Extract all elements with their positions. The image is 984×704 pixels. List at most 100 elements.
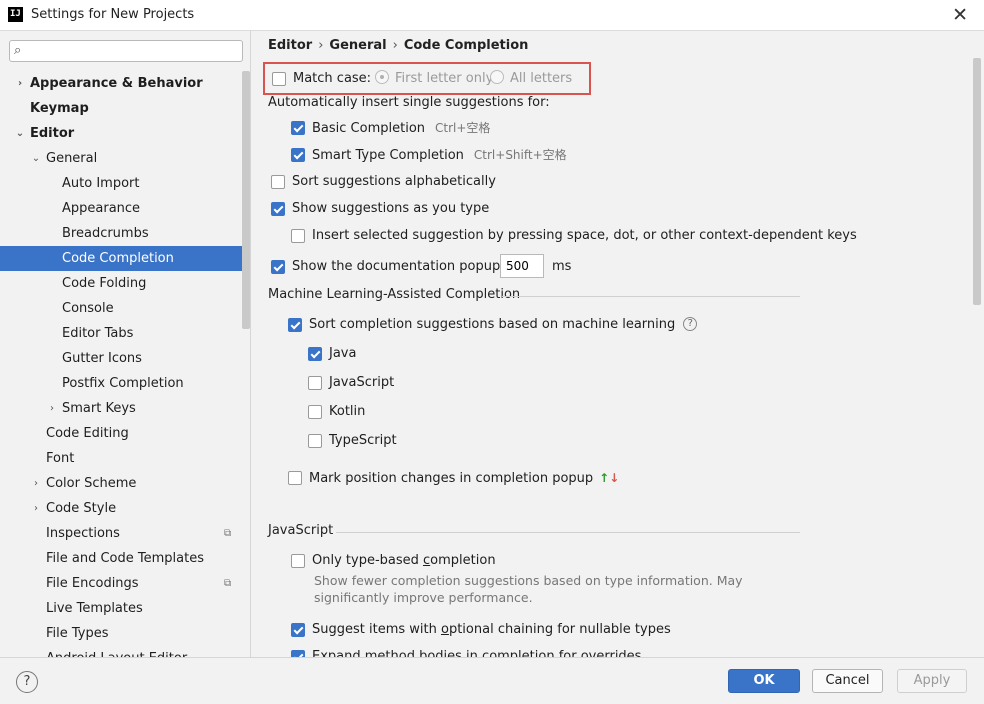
type-based-hint-line1: Show fewer completion suggestions based … [314, 573, 743, 588]
sort-alpha-checkbox[interactable] [271, 175, 285, 189]
settings-sidebar: ⌕ › Appearance & Behavior Keymap ⌄ Editor ⌄ Ge… [0, 31, 251, 657]
sidebar-item-label: Postfix Completion [62, 376, 184, 391]
doc-popup-checkbox[interactable] [271, 260, 285, 274]
doc-popup-label: Show the documentation popup in [292, 259, 517, 274]
sidebar-item[interactable]: › Code Style [0, 496, 250, 521]
show-as-type-checkbox[interactable] [271, 202, 285, 216]
match-case-checkbox[interactable] [272, 72, 286, 86]
ml-kotlin-checkbox[interactable] [308, 405, 322, 419]
chevron-right-icon[interactable]: › [31, 471, 41, 496]
ml-kotlin-label: Kotlin [329, 404, 366, 419]
sidebar-item[interactable]: Keymap [0, 96, 250, 121]
chevron-down-icon[interactable]: ⌄ [31, 146, 41, 171]
all-letters-label: All letters [510, 71, 573, 86]
first-letter-option[interactable]: First letter only [375, 69, 493, 89]
expand-bodies-label: Expand method bodies in completion for o… [312, 649, 642, 657]
sidebar-item[interactable]: Console [0, 296, 250, 321]
sidebar-item[interactable]: Code Folding [0, 271, 250, 296]
basic-completion-checkbox[interactable] [291, 121, 305, 135]
doc-popup-delay-input[interactable] [500, 254, 544, 278]
ml-sort-checkbox[interactable] [288, 318, 302, 332]
sidebar-item[interactable]: Auto Import [0, 171, 250, 196]
project-scope-icon: ⧉ [224, 578, 232, 589]
ml-javascript-label: JavaScript [329, 375, 395, 390]
breadcrumb-code-completion: Code Completion [403, 38, 529, 53]
sidebar-item-label: Android Layout Editor [46, 646, 187, 657]
chevron-right-icon[interactable]: › [47, 396, 57, 421]
insert-selected-checkbox[interactable] [291, 229, 305, 243]
chevron-right-icon[interactable]: › [31, 496, 41, 521]
all-letters-radio[interactable] [490, 69, 504, 84]
sidebar-item-label: Code Style [46, 501, 117, 516]
sidebar-item[interactable]: Android Layout Editor [0, 646, 250, 657]
cancel-button[interactable]: Cancel [812, 669, 883, 693]
sidebar-item[interactable]: Breadcrumbs [0, 221, 250, 246]
mark-changes-label: Mark position changes in completion popu… [309, 471, 594, 486]
intellij-logo-icon: IJ [8, 7, 23, 22]
ml-sort-label: Sort completion suggestions based on mac… [309, 317, 676, 332]
expand-bodies-checkbox[interactable] [291, 650, 305, 657]
ml-typescript-checkbox[interactable] [308, 434, 322, 448]
sidebar-item[interactable]: Postfix Completion [0, 371, 250, 396]
apply-button[interactable]: Apply [897, 669, 967, 693]
help-button[interactable]: ? [16, 671, 38, 693]
sidebar-item-label: Breadcrumbs [62, 226, 149, 241]
close-icon[interactable]: ✕ [952, 4, 968, 26]
sidebar-item[interactable]: Font [0, 446, 250, 471]
search-input[interactable] [36, 43, 236, 59]
sidebar-item[interactable]: File Encodings ⧉ [0, 571, 250, 596]
js-section-divider [336, 532, 800, 533]
first-letter-radio[interactable] [375, 69, 389, 84]
sidebar-item[interactable]: File Types [0, 621, 250, 646]
sidebar-item[interactable]: Editor Tabs [0, 321, 250, 346]
sidebar-item-label: Appearance [62, 201, 141, 216]
sidebar-item-label: Console [62, 301, 114, 316]
sidebar-item[interactable]: › Smart Keys [0, 396, 250, 421]
chevron-right-icon[interactable]: › [15, 71, 25, 96]
ml-java-checkbox[interactable] [308, 347, 322, 361]
sidebar-item[interactable]: Inspections ⧉ [0, 521, 250, 546]
help-icon[interactable]: ? [683, 316, 698, 331]
sidebar-item[interactable]: ⌄ General [0, 146, 250, 171]
ml-section-divider [502, 296, 800, 297]
ml-section-title: Machine Learning-Assisted Completion [268, 287, 521, 302]
search-box[interactable]: ⌕ [9, 40, 243, 62]
breadcrumb-separator: › [318, 38, 324, 53]
dialog-footer: ? OK Cancel Apply [0, 657, 984, 704]
arrow-up-icon: ↑ [599, 471, 610, 485]
type-based-checkbox[interactable] [291, 554, 305, 568]
sidebar-item[interactable]: › Color Scheme [0, 471, 250, 496]
breadcrumb-general: General [329, 38, 387, 53]
sidebar-item[interactable]: Code Editing [0, 421, 250, 446]
window-title: Settings for New Projects [31, 7, 195, 22]
type-based-hint-line2: significantly improve performance. [314, 590, 533, 605]
sidebar-item-label: Editor [30, 126, 75, 141]
sidebar-item-label: Editor Tabs [62, 326, 134, 341]
ok-button[interactable]: OK [728, 669, 800, 693]
ml-javascript-checkbox[interactable] [308, 376, 322, 390]
sidebar-item-label: Appearance & Behavior [30, 76, 203, 91]
sidebar-item[interactable]: Code Completion [0, 246, 250, 271]
sidebar-item[interactable]: Live Templates [0, 596, 250, 621]
first-letter-label: First letter only [395, 71, 494, 86]
chevron-down-icon[interactable]: ⌄ [15, 121, 25, 146]
search-icon: ⌕ [14, 43, 22, 58]
sidebar-item-label: Smart Keys [62, 401, 136, 416]
sidebar-scrollbar[interactable] [242, 71, 250, 329]
content-scrollbar[interactable] [973, 58, 981, 305]
sidebar-item[interactable]: Gutter Icons [0, 346, 250, 371]
sidebar-item[interactable]: Appearance [0, 196, 250, 221]
all-letters-option[interactable]: All letters [490, 69, 572, 89]
title-bar: IJ Settings for New Projects ✕ [0, 0, 984, 31]
optional-chaining-checkbox[interactable] [291, 623, 305, 637]
settings-tree: › Appearance & Behavior Keymap ⌄ Editor ⌄ Gene… [0, 71, 250, 657]
sidebar-item-label: Inspections [46, 526, 120, 541]
position-change-arrows-icon: ↑↓ [599, 471, 619, 485]
sidebar-item-label: File and Code Templates [46, 551, 204, 566]
sidebar-item[interactable]: File and Code Templates [0, 546, 250, 571]
sidebar-item[interactable]: › Appearance & Behavior [0, 71, 250, 96]
sidebar-item-label: Color Scheme [46, 476, 137, 491]
smart-completion-checkbox[interactable] [291, 148, 305, 162]
sidebar-item[interactable]: ⌄ Editor [0, 121, 250, 146]
mark-changes-checkbox[interactable] [288, 471, 302, 485]
